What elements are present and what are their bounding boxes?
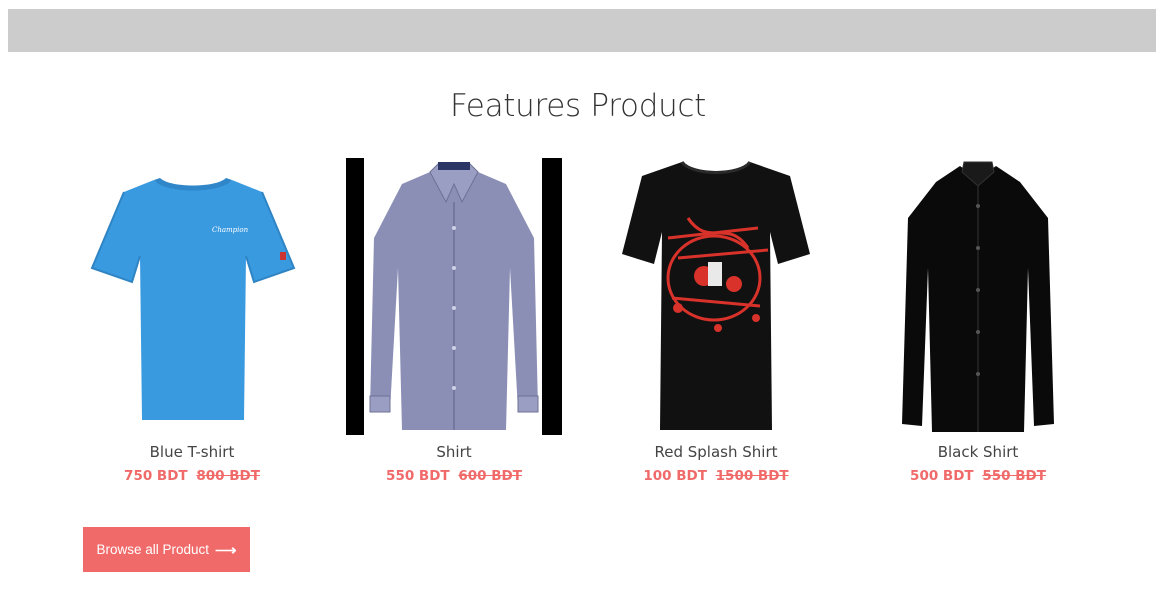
current-price: 100 BDT [643,468,707,484]
old-price: 800 BDT [196,468,260,484]
product-prices: 550 BDT 600 BDT [326,468,582,484]
old-price: 550 BDT [982,468,1046,484]
black-graphic-tshirt-icon[interactable] [608,158,824,435]
browse-all-product-button[interactable]: Browse all Product ⟶ [83,527,250,572]
current-price: 750 BDT [124,468,188,484]
arrow-right-icon: ⟶ [215,541,237,559]
current-price: 550 BDT [386,468,450,484]
old-price: 1500 BDT [715,468,789,484]
product-name[interactable]: Blue T-shirt [64,443,320,461]
blue-tshirt-icon[interactable]: Champion [84,158,300,435]
svg-text:Champion: Champion [212,226,249,234]
product-card[interactable]: Red Splash Shirt 100 BDT 1500 BDT [608,158,824,498]
product-card[interactable]: Black Shirt 500 BDT 550 BDT [870,158,1086,498]
product-prices: 100 BDT 1500 BDT [588,468,844,484]
section-title: Features Product [449,88,707,124]
top-navigation-bar [8,9,1156,52]
browse-button-label: Browse all Product [96,542,210,557]
grey-dress-shirt-icon[interactable] [346,158,562,435]
product-prices: 750 BDT 800 BDT [64,468,320,484]
product-card[interactable]: Shirt 550 BDT 600 BDT [346,158,562,498]
product-name[interactable]: Red Splash Shirt [588,443,844,461]
current-price: 500 BDT [910,468,974,484]
product-prices: 500 BDT 550 BDT [850,468,1106,484]
product-name[interactable]: Black Shirt [850,443,1106,461]
product-name[interactable]: Shirt [326,443,582,461]
black-dress-shirt-icon[interactable] [870,158,1086,435]
old-price: 600 BDT [458,468,522,484]
product-card[interactable]: Champion Blue T-shirt 750 BDT 800 BDT [84,158,300,498]
